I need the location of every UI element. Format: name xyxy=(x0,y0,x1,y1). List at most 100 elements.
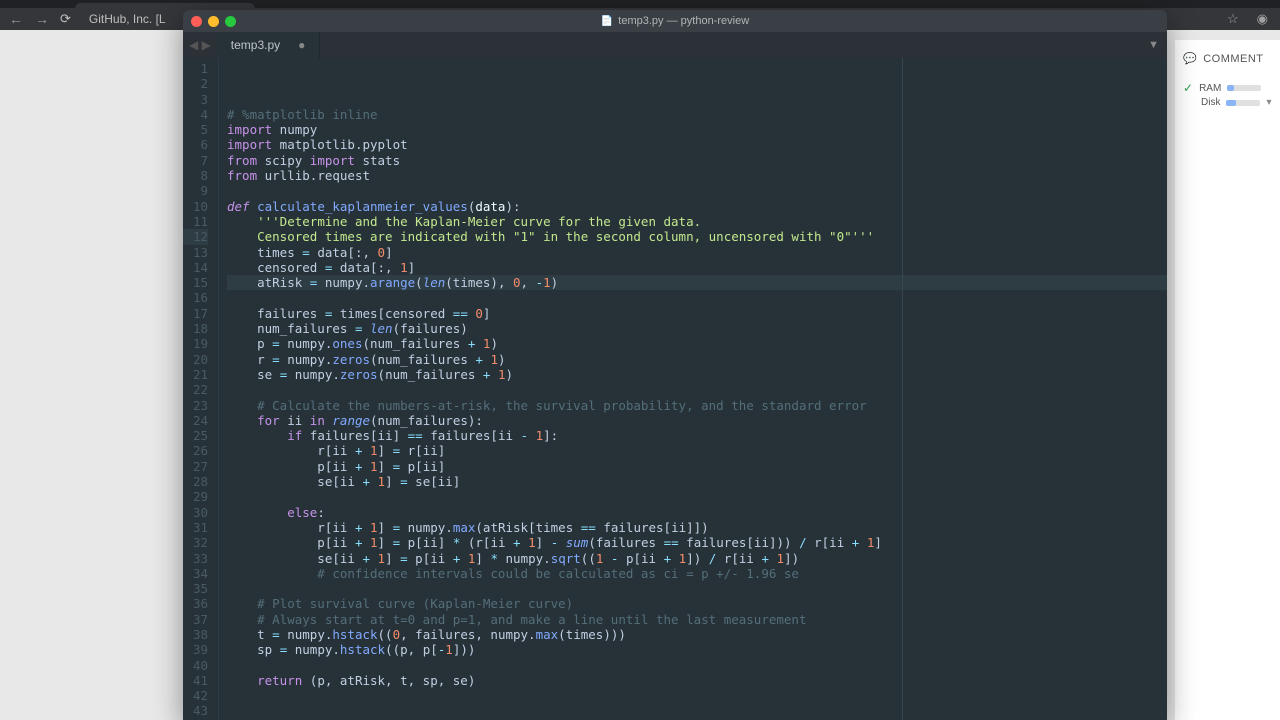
line-number: 25 xyxy=(183,428,208,443)
code-line[interactable]: t = numpy.hstack((0, failures, numpy.max… xyxy=(227,627,1167,642)
file-tab-temp3[interactable]: temp3.py ● xyxy=(217,32,321,58)
file-icon: 📄 xyxy=(601,16,613,27)
line-number: 9 xyxy=(183,183,208,198)
code-line[interactable] xyxy=(227,290,1167,305)
code-line[interactable]: return (p, atRisk, t, sp, se) xyxy=(227,673,1167,688)
code-line[interactable]: import matplotlib.pyplot xyxy=(227,137,1167,152)
line-number: 21 xyxy=(183,367,208,382)
code-line[interactable]: else: xyxy=(227,505,1167,520)
code-line[interactable] xyxy=(227,581,1167,596)
disk-indicator[interactable]: Disk ▾ xyxy=(1183,97,1272,108)
line-number: 36 xyxy=(183,596,208,611)
line-number: 20 xyxy=(183,352,208,367)
code-line[interactable]: p[ii + 1] = p[ii] xyxy=(227,459,1167,474)
chevron-down-icon[interactable]: ▼ xyxy=(1140,32,1167,58)
line-number: 13 xyxy=(183,245,208,260)
code-line[interactable]: '''Determine and the Kaplan-Meier curve … xyxy=(227,214,1167,229)
code-line[interactable]: p[ii + 1] = p[ii] * (r[ii + 1] - sum(fai… xyxy=(227,535,1167,550)
line-number: 12 xyxy=(183,229,208,244)
code-line[interactable]: import numpy xyxy=(227,122,1167,137)
line-number: 5 xyxy=(183,122,208,137)
code-line[interactable]: se[ii + 1] = se[ii] xyxy=(227,474,1167,489)
code-line[interactable]: from urllib.request xyxy=(227,168,1167,183)
window-title: 📄 temp3.py — python-review xyxy=(601,15,749,27)
line-number: 29 xyxy=(183,489,208,504)
code-line[interactable]: if failures[ii] == failures[ii - 1]: xyxy=(227,428,1167,443)
close-window-icon[interactable] xyxy=(191,16,202,27)
code-line[interactable]: for ii in range(num_failures): xyxy=(227,413,1167,428)
code-line[interactable]: p = numpy.ones(num_failures + 1) xyxy=(227,336,1167,351)
code-line[interactable]: from scipy import stats xyxy=(227,153,1167,168)
code-line[interactable] xyxy=(227,183,1167,198)
code-line[interactable] xyxy=(227,688,1167,703)
line-number: 15 xyxy=(183,275,208,290)
line-number: 4 xyxy=(183,107,208,122)
line-number: 40 xyxy=(183,658,208,673)
code-editor[interactable]: 1234567891011121314151617181920212223242… xyxy=(183,58,1167,720)
code-line[interactable]: se[ii + 1] = p[ii + 1] * numpy.sqrt((1 -… xyxy=(227,551,1167,566)
line-number: 6 xyxy=(183,137,208,152)
line-number: 42 xyxy=(183,688,208,703)
code-line[interactable]: se = numpy.zeros(num_failures + 1) xyxy=(227,367,1167,382)
camera-icon[interactable]: ◉ xyxy=(1257,11,1268,27)
line-number: 3 xyxy=(183,92,208,107)
code-line[interactable]: times = data[:, 0] xyxy=(227,245,1167,260)
comment-button[interactable]: 💬 COMMENT xyxy=(1183,52,1272,65)
forward-icon[interactable]: → xyxy=(34,11,50,27)
minimize-window-icon[interactable] xyxy=(208,16,219,27)
dirty-indicator-icon: ● xyxy=(298,38,305,52)
line-number: 8 xyxy=(183,168,208,183)
line-number: 14 xyxy=(183,260,208,275)
ram-bar xyxy=(1227,85,1261,91)
code-line[interactable]: Censored times are indicated with "1" in… xyxy=(227,229,1167,244)
line-number: 31 xyxy=(183,520,208,535)
code-content[interactable]: # %matplotlib inlineimport numpyimport m… xyxy=(219,58,1167,720)
colab-right-pane: 💬 COMMENT ✓ RAM Disk ▾ xyxy=(1175,40,1280,720)
line-number: 24 xyxy=(183,413,208,428)
line-number: 30 xyxy=(183,505,208,520)
ram-indicator[interactable]: ✓ RAM xyxy=(1183,81,1272,95)
chevron-down-icon[interactable]: ▾ xyxy=(1266,97,1271,108)
tab-bar: ◀ ▶ temp3.py ● ▼ xyxy=(183,32,1167,58)
code-line[interactable]: # confidence intervals could be calculat… xyxy=(227,566,1167,581)
code-line[interactable] xyxy=(227,382,1167,397)
disk-label: Disk xyxy=(1201,97,1220,108)
editor-window: 📄 temp3.py — python-review ◀ ▶ temp3.py … xyxy=(183,10,1167,720)
line-number: 10 xyxy=(183,199,208,214)
code-line[interactable]: # Plot survival curve (Kaplan-Meier curv… xyxy=(227,596,1167,611)
star-icon[interactable]: ☆ xyxy=(1227,11,1239,27)
code-line[interactable] xyxy=(227,489,1167,504)
ruler xyxy=(902,58,903,720)
code-line[interactable]: # Always start at t=0 and p=1, and make … xyxy=(227,612,1167,627)
address-text[interactable]: GitHub, Inc. [L xyxy=(89,12,166,26)
code-line[interactable]: sp = numpy.hstack((p, p[-1])) xyxy=(227,642,1167,657)
code-line[interactable]: num_failures = len(failures) xyxy=(227,321,1167,336)
code-line[interactable]: failures = times[censored == 0] xyxy=(227,306,1167,321)
line-number: 43 xyxy=(183,703,208,718)
code-line[interactable]: r[ii + 1] = numpy.max(atRisk[times == fa… xyxy=(227,520,1167,535)
back-icon[interactable]: ← xyxy=(8,11,24,27)
line-number: 19 xyxy=(183,336,208,351)
code-line[interactable]: r[ii + 1] = r[ii] xyxy=(227,443,1167,458)
line-number: 11 xyxy=(183,214,208,229)
window-titlebar[interactable]: 📄 temp3.py — python-review xyxy=(183,10,1167,32)
line-number: 2 xyxy=(183,76,208,91)
line-number: 23 xyxy=(183,398,208,413)
code-line[interactable]: atRisk = numpy.arange(len(times), 0, -1) xyxy=(227,275,1167,290)
code-line[interactable]: def calculate_kaplanmeier_values(data): xyxy=(227,199,1167,214)
line-number: 7 xyxy=(183,153,208,168)
code-line[interactable]: # %matplotlib inline xyxy=(227,107,1167,122)
maximize-window-icon[interactable] xyxy=(225,16,236,27)
tab-nav-arrows[interactable]: ◀ ▶ xyxy=(183,32,217,58)
line-number: 32 xyxy=(183,535,208,550)
code-line[interactable]: r = numpy.zeros(num_failures + 1) xyxy=(227,352,1167,367)
reload-icon[interactable]: ⟳ xyxy=(60,11,71,27)
line-number: 1 xyxy=(183,61,208,76)
line-number: 35 xyxy=(183,581,208,596)
code-line[interactable] xyxy=(227,703,1167,718)
code-line[interactable] xyxy=(227,658,1167,673)
code-line[interactable]: censored = data[:, 1] xyxy=(227,260,1167,275)
line-number: 37 xyxy=(183,612,208,627)
code-line[interactable]: # Calculate the numbers-at-risk, the sur… xyxy=(227,398,1167,413)
line-number: 16 xyxy=(183,290,208,305)
